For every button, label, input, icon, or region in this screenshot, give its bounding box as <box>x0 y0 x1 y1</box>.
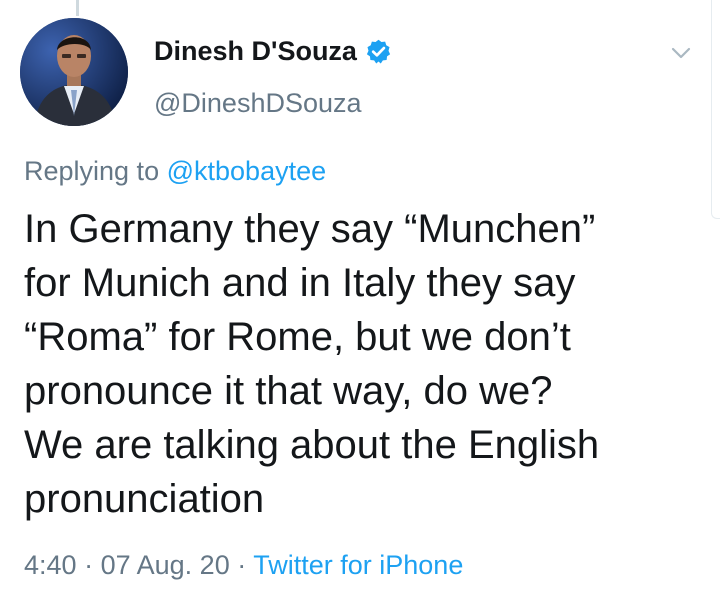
scrollbar-edge <box>711 0 720 219</box>
tweet-text-line: for Munich and in Italy they say <box>24 261 576 305</box>
tweet-source-link[interactable]: Twitter for iPhone <box>253 550 463 580</box>
profile-photo-icon <box>20 18 128 126</box>
verified-badge-icon <box>365 38 392 65</box>
tweet-body: In Germany they say “Munchen” for Munich… <box>24 202 704 526</box>
author-name-row[interactable]: Dinesh D'Souza <box>154 36 392 67</box>
tweet-text-line: “Roma” for Rome, but we don’t <box>24 315 571 359</box>
replying-to-label: Replying to <box>24 156 160 186</box>
tweet-text-line: pronunciation <box>24 477 265 521</box>
reply-target-handle-link[interactable]: @ktbobaytee <box>167 156 327 186</box>
tweet-text-line: We are talking about the English <box>24 423 600 467</box>
meta-separator: · <box>84 550 94 580</box>
replying-to-line: Replying to @ktbobaytee <box>24 156 326 187</box>
avatar[interactable] <box>20 18 128 126</box>
tweet-time: 4:40 <box>24 550 77 580</box>
tweet-meta: 4:40 · 07 Aug. 20 · Twitter for iPhone <box>24 550 463 581</box>
tweet-text-line: pronounce it that way, do we? <box>24 369 553 413</box>
author-handle[interactable]: @DineshDSouza <box>154 88 362 119</box>
chevron-down-icon[interactable] <box>670 42 692 64</box>
author-display-name[interactable]: Dinesh D'Souza <box>154 36 357 67</box>
meta-separator: · <box>237 550 247 580</box>
tweet-date: 07 Aug. 20 <box>100 550 230 580</box>
tweet-text-line: In Germany they say “Munchen” <box>24 207 596 251</box>
thread-connector-line <box>76 0 79 16</box>
